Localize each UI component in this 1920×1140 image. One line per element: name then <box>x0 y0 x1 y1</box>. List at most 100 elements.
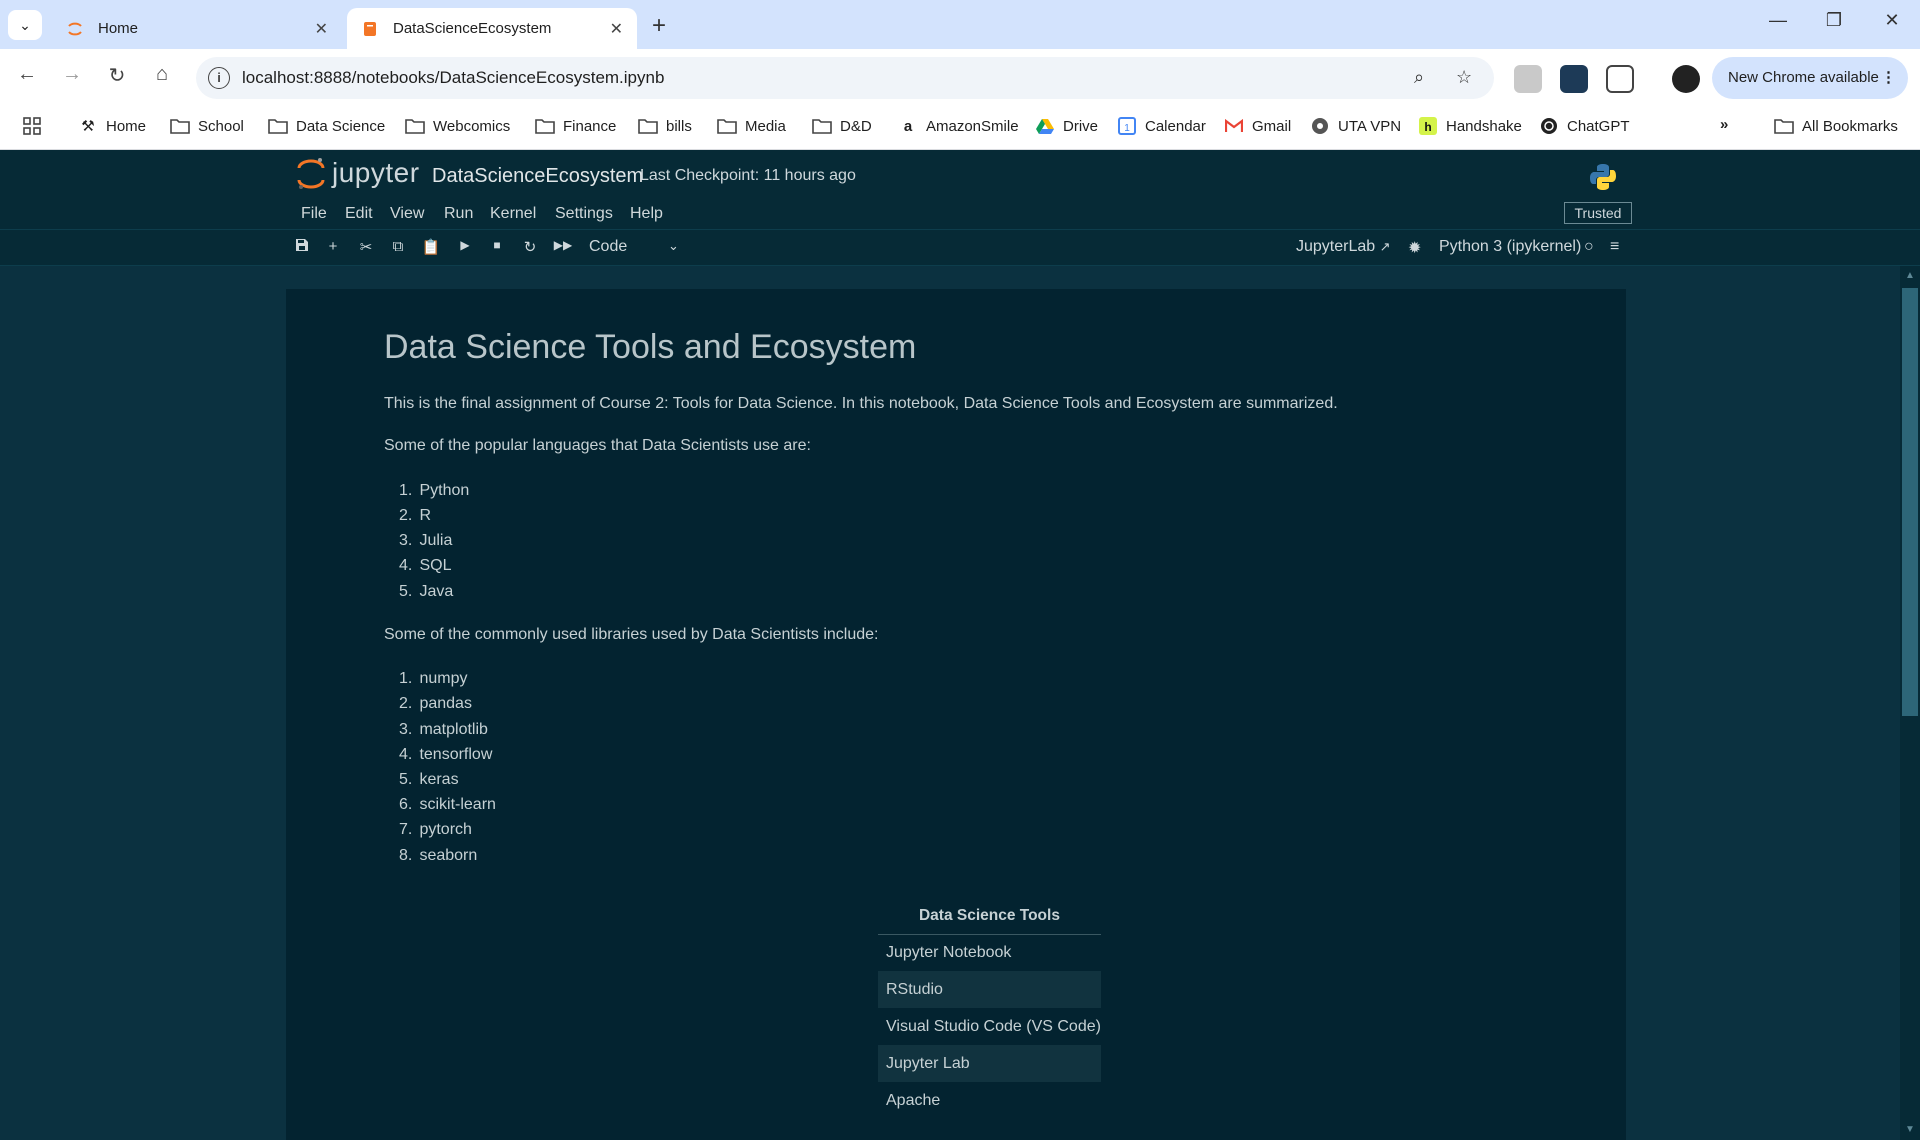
svg-text:1: 1 <box>1124 123 1130 134</box>
vertical-scrollbar[interactable]: ▲ ▼ <box>1900 266 1920 1140</box>
kernel-name[interactable]: Python 3 (ipykernel) <box>1439 238 1581 256</box>
tools-icon: ⚒ <box>81 118 95 135</box>
bookmark-bills[interactable]: bills <box>638 116 692 136</box>
tab-label: DataScienceEcosystem <box>393 20 552 37</box>
jupyter-logo[interactable]: jupyter <box>296 156 420 190</box>
home-icon[interactable]: ⌂ <box>147 63 177 86</box>
menu-file[interactable]: File <box>301 205 327 223</box>
table-cell: Jupyter Lab <box>878 1045 1101 1082</box>
new-tab-button[interactable]: + <box>652 12 666 40</box>
copy-icon[interactable]: ⧉ <box>387 238 409 255</box>
zoom-icon[interactable]: ⌕ <box>1414 67 1424 88</box>
bookmark-uta-vpn[interactable]: UTA VPN <box>1310 116 1401 136</box>
minimize-icon[interactable]: — <box>1758 10 1798 31</box>
table-row: Apache <box>878 1082 1101 1119</box>
chrome-update-button[interactable]: New Chrome available ⋮ <box>1712 57 1908 99</box>
bookmark-label: Gmail <box>1252 117 1292 135</box>
back-icon[interactable]: ← <box>12 63 42 86</box>
table-row: RStudio <box>878 971 1101 1008</box>
debugger-icon[interactable]: ✹ <box>1408 238 1421 258</box>
fast-forward-icon[interactable]: ▶▶ <box>552 238 574 252</box>
list-item: 4. SQL <box>399 557 452 575</box>
run-icon[interactable]: ▶ <box>454 238 476 252</box>
list-item: 6. scikit-learn <box>399 796 496 814</box>
extension-r-icon[interactable] <box>1514 65 1542 93</box>
bookmark-label: Data Science <box>296 117 386 135</box>
extension-k-icon[interactable] <box>1560 65 1588 93</box>
bookmark-finance[interactable]: Finance <box>535 116 616 136</box>
jupyter-icon <box>66 20 84 38</box>
hamburger-menu-icon[interactable]: ≡ <box>1610 238 1619 256</box>
bookmark-dnd[interactable]: D&D <box>812 116 872 136</box>
menu-edit[interactable]: Edit <box>345 205 373 223</box>
tab-home[interactable]: Home ✕ <box>52 8 342 49</box>
list-item: 5. Java <box>399 582 454 600</box>
more-bookmarks-icon[interactable]: » <box>1720 116 1728 133</box>
cell-type-select[interactable]: Code <box>589 238 627 256</box>
cut-icon[interactable]: ✂ <box>355 238 377 256</box>
bookmark-amazonsmile[interactable]: a AmazonSmile <box>898 116 1019 136</box>
browser-toolbar: ← → ↻ ⌂ i localhost:8888/notebooks/DataS… <box>0 49 1920 108</box>
close-icon[interactable]: ✕ <box>315 19 328 39</box>
reload-icon[interactable]: ↻ <box>102 63 132 88</box>
bookmark-media[interactable]: Media <box>717 116 786 136</box>
jupyterlab-label: JupyterLab <box>1296 238 1376 255</box>
table-row: Jupyter Notebook <box>878 934 1101 971</box>
forward-icon[interactable]: → <box>57 63 87 86</box>
jupyter-logo-icon <box>297 158 325 189</box>
list-item: 4. tensorflow <box>399 745 493 763</box>
bookmark-star-icon[interactable]: ☆ <box>1456 67 1472 88</box>
libraries-intro: Some of the commonly used libraries used… <box>384 625 879 643</box>
close-window-icon[interactable]: ✕ <box>1872 10 1912 31</box>
restore-icon[interactable]: ❐ <box>1814 10 1854 31</box>
address-bar[interactable]: i localhost:8888/notebooks/DataScienceEc… <box>196 57 1494 99</box>
apps-grid-icon[interactable] <box>22 116 42 136</box>
chevron-down-icon[interactable]: ⌄ <box>668 238 679 254</box>
menu-help[interactable]: Help <box>630 205 663 223</box>
restart-icon[interactable]: ↻ <box>519 238 541 256</box>
save-icon[interactable] <box>291 238 313 256</box>
chatgpt-icon <box>1539 116 1559 136</box>
menu-settings[interactable]: Settings <box>555 205 613 223</box>
more-menu-icon[interactable]: ⋮ <box>1881 68 1896 86</box>
list-item: 2. R <box>399 506 432 524</box>
stop-icon[interactable]: ■ <box>486 238 508 252</box>
paste-icon[interactable]: 📋 <box>420 238 442 256</box>
gmail-icon <box>1224 116 1244 136</box>
menu-view[interactable]: View <box>390 205 424 223</box>
menu-run[interactable]: Run <box>444 205 473 223</box>
bookmark-handshake[interactable]: h Handshake <box>1418 116 1522 136</box>
extensions-puzzle-icon[interactable] <box>1606 65 1634 93</box>
browser-titlebar: ⌄ Home ✕ DataScienceEcosystem ✕ + — ❐ ✕ <box>0 0 1920 49</box>
tab-label: Home <box>98 20 139 37</box>
bookmark-label: All Bookmarks <box>1802 117 1898 135</box>
scroll-down-icon[interactable]: ▼ <box>1905 1124 1915 1135</box>
bookmark-gmail[interactable]: Gmail <box>1224 116 1291 136</box>
jupyterlab-link[interactable]: JupyterLab ↗ <box>1296 238 1391 256</box>
menu-kernel[interactable]: Kernel <box>490 205 536 223</box>
scroll-up-icon[interactable]: ▲ <box>1905 270 1915 281</box>
bookmark-webcomics[interactable]: Webcomics <box>405 116 510 136</box>
trusted-badge[interactable]: Trusted <box>1564 202 1632 224</box>
bookmark-calendar[interactable]: 1 Calendar <box>1117 116 1206 136</box>
list-item: 5. keras <box>399 771 459 788</box>
profile-avatar[interactable] <box>1672 65 1700 93</box>
site-info-icon[interactable]: i <box>208 67 230 89</box>
bookmark-label: Home <box>106 117 147 135</box>
all-bookmarks[interactable]: All Bookmarks <box>1774 116 1898 136</box>
tab-search-button[interactable]: ⌄ <box>8 10 42 40</box>
bookmark-home[interactable]: ⚒ Home <box>78 116 146 136</box>
bookmark-drive[interactable]: Drive <box>1035 116 1098 136</box>
bookmark-label: AmazonSmile <box>926 117 1019 135</box>
scrollbar-thumb[interactable] <box>1902 288 1918 716</box>
markdown-cell[interactable]: Data Science Tools and Ecosystem This is… <box>384 328 1384 888</box>
bookmark-chatgpt[interactable]: ChatGPT <box>1539 116 1630 136</box>
bookmark-school[interactable]: School <box>170 116 244 136</box>
bookmark-data-science[interactable]: Data Science <box>268 116 385 136</box>
languages-intro: Some of the popular languages that Data … <box>384 437 811 455</box>
folder-icon <box>717 116 737 136</box>
notebook-title[interactable]: DataScienceEcosystem <box>432 165 643 188</box>
close-icon[interactable]: ✕ <box>610 19 623 39</box>
add-cell-icon[interactable]: + <box>322 238 344 255</box>
tab-notebook[interactable]: DataScienceEcosystem ✕ <box>347 8 637 49</box>
